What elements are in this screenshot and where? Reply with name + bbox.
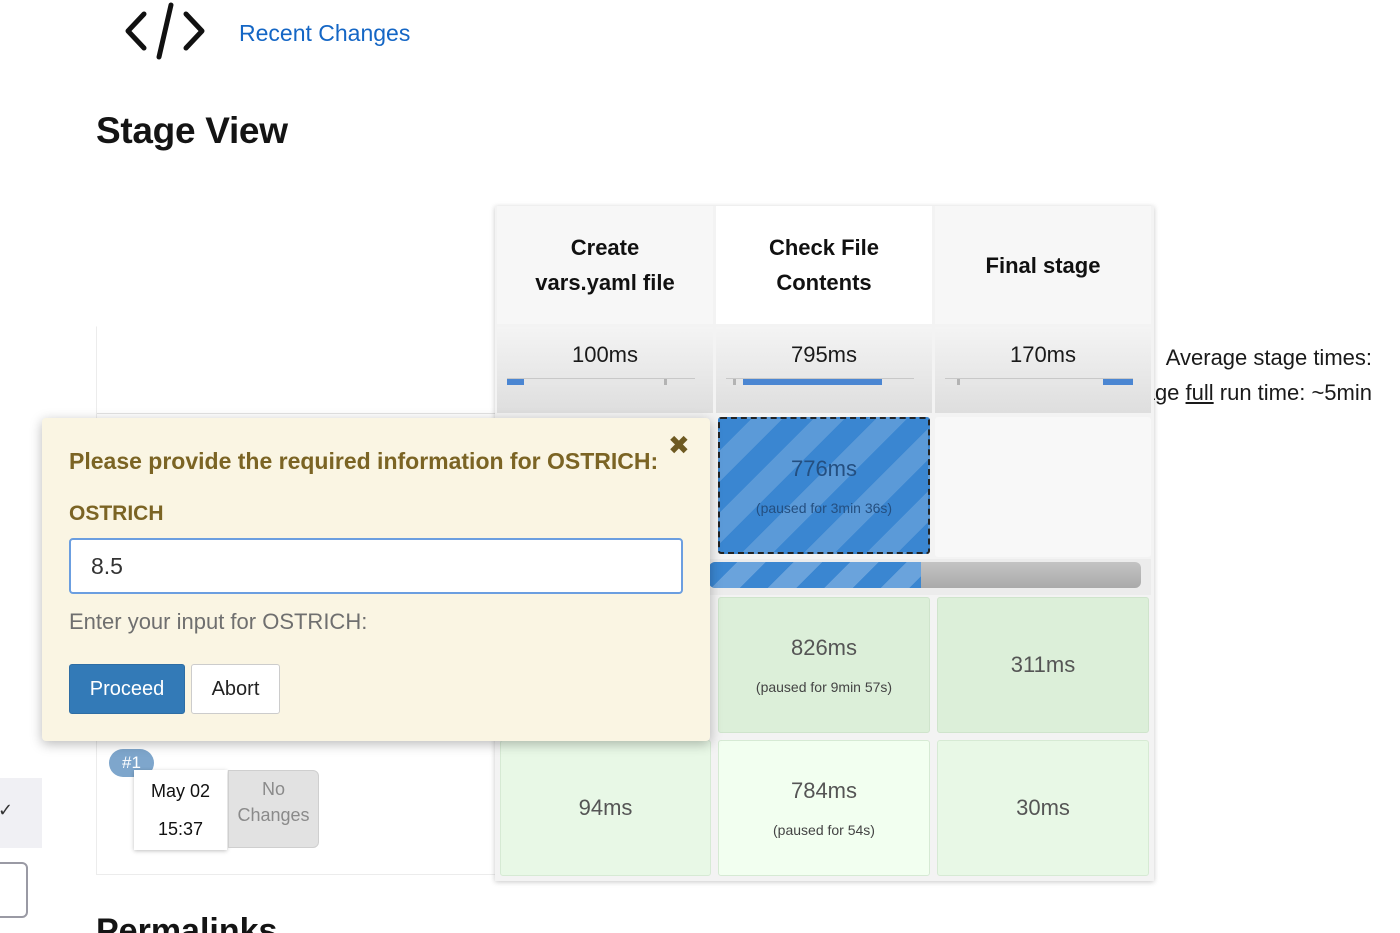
side-panel-fragment[interactable]: ✓ — [0, 778, 42, 848]
ostrich-input[interactable] — [69, 538, 683, 594]
side-input-fragment[interactable] — [0, 862, 28, 918]
full-run-time-link[interactable]: full — [1186, 380, 1214, 405]
permalinks-heading: Permalinks — [96, 912, 278, 933]
changes-box[interactable]: No Changes — [228, 770, 319, 848]
avg-time-cell: 170ms — [935, 327, 1151, 413]
stage-cell[interactable]: 94ms — [500, 740, 711, 876]
page-title: Stage View — [96, 110, 288, 151]
run-progress-bar — [709, 562, 1141, 588]
avg-time-cell: 100ms — [497, 327, 713, 413]
avg-time-bar — [507, 378, 695, 385]
stage-cell[interactable]: 826ms (paused for 9min 57s) — [718, 597, 930, 733]
paused-stage-cell[interactable]: 776ms (paused for 3min 36s) — [718, 417, 930, 554]
stage-header-check-file[interactable]: Check File Contents — [716, 206, 932, 324]
stage-header-final[interactable]: Final stage — [935, 206, 1151, 324]
close-icon[interactable]: ✖ — [668, 432, 690, 458]
popup-message: Please provide the required information … — [69, 448, 659, 474]
stage-cell[interactable]: 30ms — [937, 740, 1149, 876]
input-request-popup: Please provide the required information … — [42, 418, 710, 741]
abort-button[interactable]: Abort — [191, 664, 280, 714]
stage-header-create-vars[interactable]: Create vars.yaml file — [497, 206, 713, 324]
code-icon — [125, 2, 205, 60]
parameter-label: OSTRICH — [69, 502, 164, 525]
pending-stage-cell — [935, 417, 1151, 557]
stage-cell[interactable]: 311ms — [937, 597, 1149, 733]
chevron-down-icon: ✓ — [0, 800, 14, 820]
recent-changes-link[interactable]: Recent Changes — [239, 20, 410, 47]
proceed-button[interactable]: Proceed — [69, 664, 185, 714]
stage-cell[interactable]: 784ms (paused for 54s) — [718, 740, 930, 876]
avg-time-cell: 795ms — [716, 327, 932, 413]
input-hint: Enter your input for OSTRICH: — [69, 609, 368, 634]
avg-time-bar — [945, 378, 1133, 385]
run-date-box: May 02 15:37 — [134, 770, 227, 850]
avg-time-bar — [726, 378, 914, 385]
